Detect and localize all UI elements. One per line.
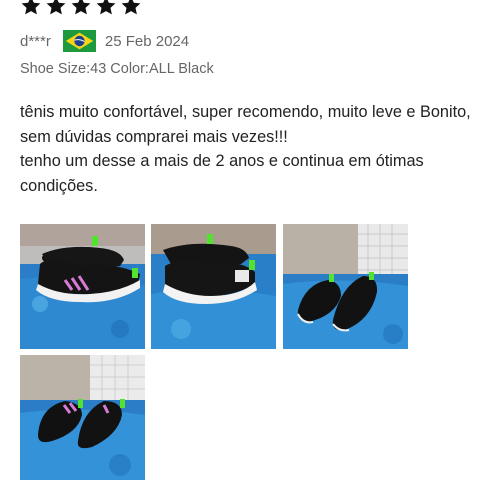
star-icon bbox=[46, 0, 66, 15]
review-photo-4[interactable] bbox=[20, 355, 145, 480]
review-meta: d***r 25 Feb 2024 bbox=[20, 30, 189, 52]
star-icon bbox=[21, 0, 41, 15]
review-text-line: tenho um desse a mais de 2 anos e contin… bbox=[20, 152, 424, 195]
review-text: tênis muito confortável, super recomendo… bbox=[20, 100, 490, 198]
star-icon bbox=[96, 0, 116, 15]
review-photo-2[interactable] bbox=[151, 224, 276, 349]
star-icon bbox=[71, 0, 91, 15]
star-icon bbox=[121, 0, 141, 15]
brazil-flag-icon bbox=[62, 30, 96, 52]
review-sku: Shoe Size:43 Color:ALL Black bbox=[20, 61, 214, 77]
star-rating bbox=[20, 0, 142, 17]
reviewer-name: d***r bbox=[20, 32, 51, 50]
review-text-line: tênis muito confortável, super recomendo… bbox=[20, 103, 471, 146]
review-photo-3[interactable] bbox=[283, 224, 408, 349]
review-date: 25 Feb 2024 bbox=[104, 32, 190, 50]
review-photo-1[interactable] bbox=[20, 224, 145, 349]
